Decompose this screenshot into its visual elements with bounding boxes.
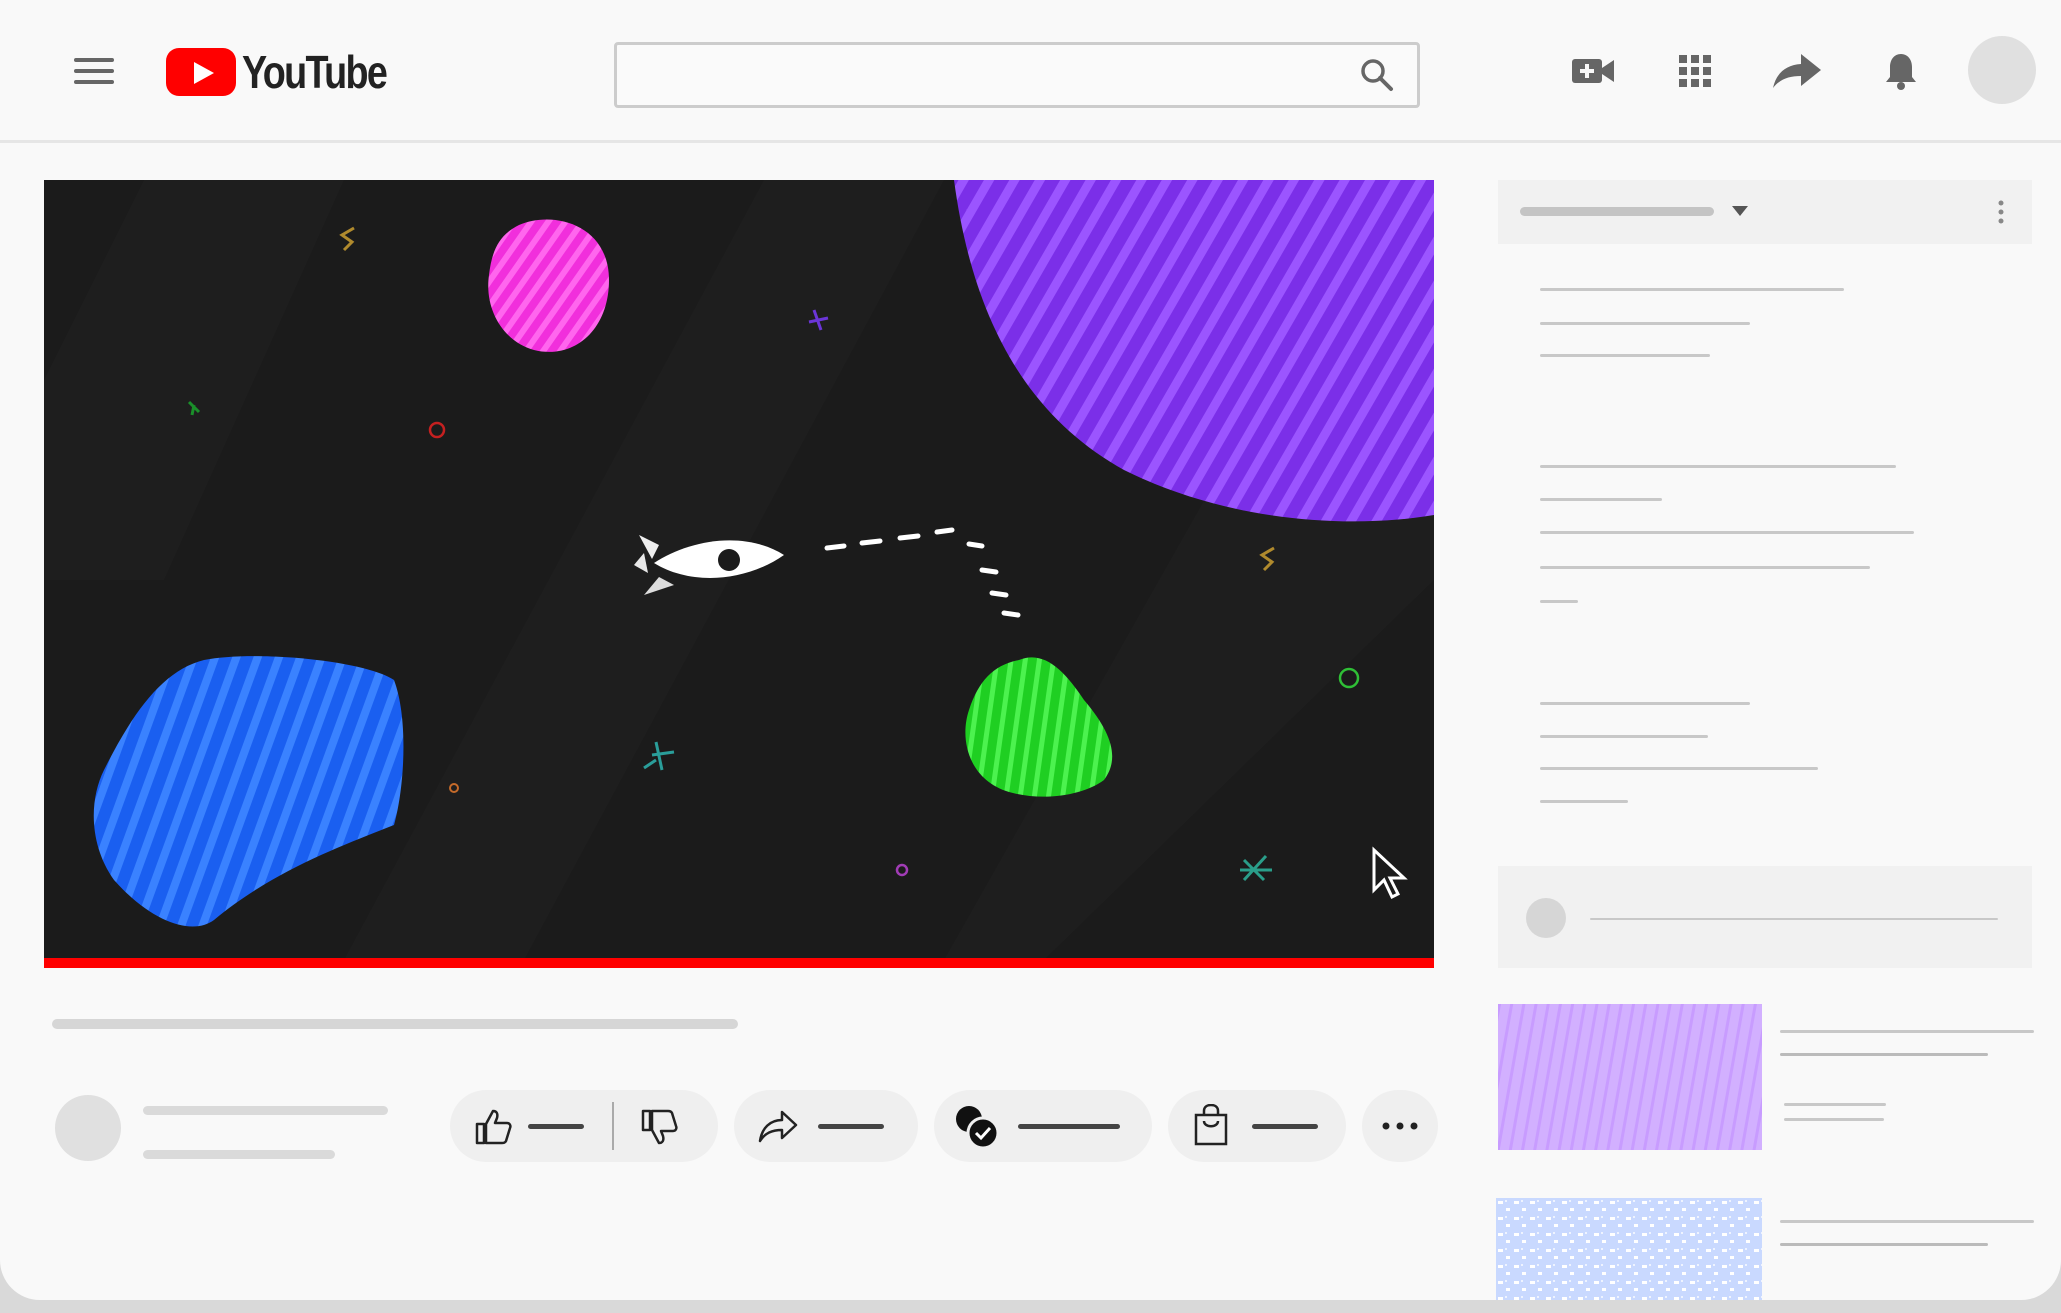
- youtube-logo[interactable]: YouTube: [166, 44, 418, 100]
- sidebar-comment-card: [1498, 866, 2032, 968]
- thumbs-up-icon[interactable]: [474, 1108, 512, 1146]
- recommended-views-1-placeholder: [1784, 1118, 1884, 1121]
- like-dislike-group: [450, 1090, 718, 1162]
- mouse-cursor-icon: [1372, 846, 1408, 900]
- video-camera-plus-icon[interactable]: [1568, 46, 1618, 96]
- top-header: YouTube: [0, 0, 2061, 143]
- comment-avatar: [1526, 898, 1566, 938]
- video-title-placeholder: [52, 1019, 738, 1029]
- video-progress-bar[interactable]: [44, 958, 1434, 968]
- channel-name-placeholder: [143, 1106, 388, 1115]
- subscribe-button[interactable]: [934, 1090, 1152, 1162]
- channel-avatar[interactable]: [55, 1095, 121, 1161]
- like-count-placeholder: [528, 1124, 584, 1129]
- share-arrow-icon[interactable]: [1772, 46, 1822, 96]
- shop-label-placeholder: [1252, 1124, 1318, 1129]
- recommended-title-1b-placeholder: [1780, 1053, 1988, 1056]
- logo-text: YouTube: [242, 46, 388, 98]
- chevron-down-icon[interactable]: [1732, 206, 1748, 216]
- sidebar-header-card: [1498, 180, 2032, 244]
- bell-icon[interactable]: [1876, 46, 1926, 96]
- video-player[interactable]: [44, 180, 1434, 960]
- sidebar-header-title-placeholder: [1520, 207, 1714, 216]
- more-vertical-icon[interactable]: [1998, 200, 2004, 224]
- verified-check-icon: [956, 1106, 1000, 1150]
- shopping-bag-icon: [1194, 1104, 1228, 1146]
- grid-icon[interactable]: [1670, 46, 1720, 96]
- shop-button[interactable]: [1168, 1090, 1346, 1162]
- recommended-title-2-placeholder: [1780, 1220, 2034, 1223]
- account-avatar[interactable]: [1968, 36, 2036, 104]
- like-divider: [612, 1102, 614, 1150]
- subscriber-count-placeholder: [143, 1150, 335, 1159]
- more-horizontal-icon: [1382, 1122, 1418, 1130]
- hamburger-icon[interactable]: [74, 58, 114, 88]
- recommended-thumbnail-1[interactable]: [1498, 1004, 1762, 1150]
- browser-frame: YouTube: [0, 0, 2061, 1300]
- recommended-channel-1-placeholder: [1784, 1103, 1886, 1106]
- share-icon: [758, 1110, 798, 1143]
- share-button[interactable]: [734, 1090, 918, 1162]
- share-label-placeholder: [818, 1124, 884, 1129]
- play-logo-icon: [166, 48, 236, 96]
- recommended-title-1-placeholder: [1780, 1030, 2034, 1033]
- search-icon[interactable]: [1359, 57, 1395, 93]
- comment-input-line[interactable]: [1590, 918, 1998, 920]
- recommended-title-2b-placeholder: [1780, 1243, 1988, 1246]
- subscribe-label-placeholder: [1018, 1124, 1120, 1129]
- search-input[interactable]: [614, 42, 1420, 108]
- recommended-thumbnail-2[interactable]: [1496, 1198, 1762, 1300]
- thumbs-down-icon[interactable]: [640, 1108, 678, 1146]
- more-actions-button[interactable]: [1362, 1090, 1438, 1162]
- video-frame-illustration: [44, 180, 1434, 960]
